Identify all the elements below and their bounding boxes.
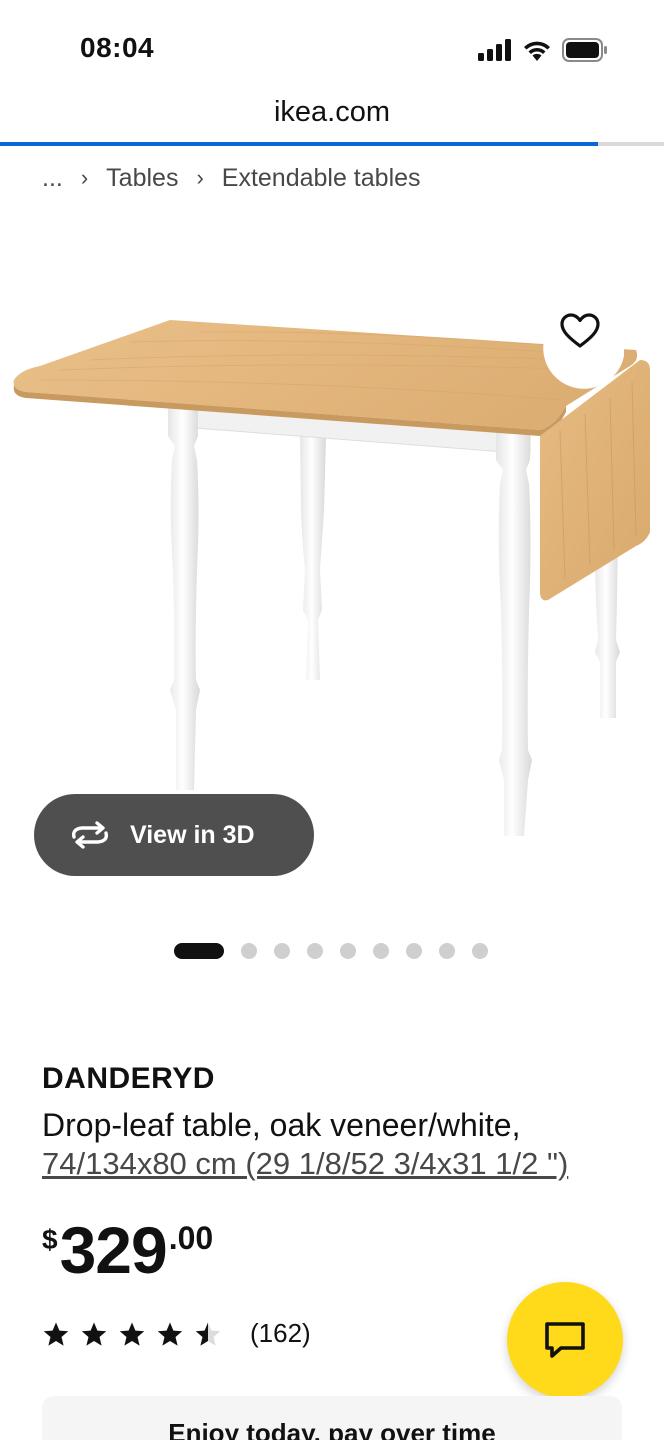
product-rating[interactable]: (162) [42,1318,311,1349]
table-front-leg-right [496,424,532,836]
page-load-progress-fill [0,142,598,146]
pagination-dot-active[interactable] [174,943,224,959]
breadcrumb: ... › Tables › Extendable tables [42,160,421,196]
finance-banner-text: Enjoy today, pay over time [168,1418,496,1440]
pagination-dot[interactable] [406,943,422,959]
wifi-icon [524,41,550,61]
breadcrumb-item-tables[interactable]: Tables [106,164,178,193]
chevron-right-icon: › [196,165,204,190]
image-pagination [174,942,488,960]
pagination-dot[interactable] [307,943,323,959]
chat-bubble-icon [545,1322,585,1358]
favorite-button[interactable] [540,296,620,366]
page-load-progress [0,142,664,146]
price-currency: $ [42,1224,58,1255]
view-in-3d-label: View in 3D [130,820,255,849]
star-full-icon [119,1322,145,1346]
chat-button[interactable] [507,1282,623,1398]
star-full-icon [43,1322,69,1346]
table-back-leg [300,436,326,680]
status-icons [478,38,608,62]
table-front-leg-left [168,402,200,790]
status-bar: 08:04 [0,0,664,96]
pagination-dot[interactable] [472,943,488,959]
pagination-dot[interactable] [439,943,455,959]
product-dimensions-link[interactable]: 74/134x80 cm (29 1/8/52 3/4x31 1/2 ") [42,1146,568,1182]
chevron-right-icon: › [80,165,89,190]
rating-count: (162) [250,1318,311,1348]
breadcrumb-ellipsis[interactable]: ... [42,164,63,193]
pagination-dot[interactable] [340,943,356,959]
heart-icon [560,313,600,348]
product-price: $ 329 .00 [42,1214,213,1286]
star-half-icon [195,1322,221,1346]
battery-icon [562,38,607,62]
pagination-dot[interactable] [373,943,389,959]
view-in-3d-button[interactable]: View in 3D [34,794,314,876]
pagination-dot[interactable] [274,943,290,959]
status-time: 08:04 [80,32,155,63]
url-bar[interactable]: ikea.com [0,96,664,142]
signal-icon [478,39,511,61]
finance-banner[interactable]: Enjoy today, pay over time [42,1396,622,1440]
star-full-icon [81,1322,107,1346]
price-integer: 329 [59,1213,168,1287]
price-decimal: .00 [168,1220,214,1256]
pagination-dot[interactable] [241,943,257,959]
rotate-3d-icon [71,821,109,849]
product-name: DANDERYD [42,1062,215,1095]
rating-stars [42,1321,222,1347]
breadcrumb-item-extendable-tables[interactable]: Extendable tables [222,164,421,193]
star-full-icon [157,1322,183,1346]
product-description: Drop-leaf table, oak veneer/white, [42,1107,521,1143]
